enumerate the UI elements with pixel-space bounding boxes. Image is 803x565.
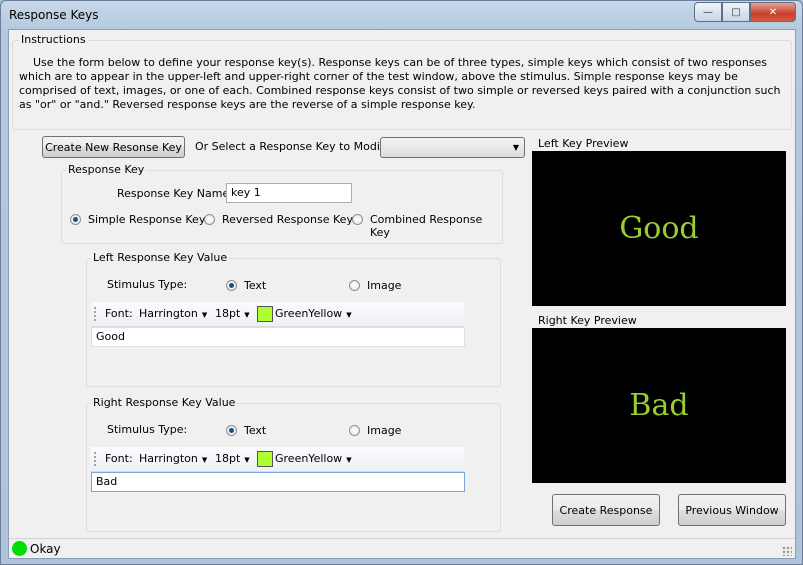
- right-color-swatch: [257, 451, 273, 467]
- toolbar-grip: [94, 452, 98, 466]
- right-size-dropdown[interactable]: 18pt ▼: [215, 452, 250, 465]
- simple-response-key-radio[interactable]: [70, 214, 81, 225]
- right-value-label: Right Response Key Value: [91, 396, 238, 409]
- left-key-preview-label: Left Key Preview: [538, 137, 629, 150]
- right-text-option: Text: [244, 424, 267, 437]
- left-response-key-value-group: Left Response Key Value Stimulus Type: T…: [86, 251, 501, 387]
- chevron-down-icon: ▼: [512, 143, 519, 152]
- left-color-dropdown[interactable]: GreenYellow ▼: [275, 307, 352, 320]
- reversed-response-key-label: Reversed Response Key: [222, 213, 353, 226]
- right-image-radio[interactable]: [349, 425, 360, 436]
- size-grip-icon[interactable]: [782, 546, 792, 556]
- left-font-value: Harrington: [139, 307, 198, 320]
- left-value-label: Left Response Key Value: [91, 251, 230, 264]
- left-image-radio[interactable]: [349, 280, 360, 291]
- left-color-value: GreenYellow: [275, 307, 343, 320]
- right-color-dropdown[interactable]: GreenYellow ▼: [275, 452, 352, 465]
- left-font-label: Font:: [105, 307, 133, 320]
- left-preview-text: Good: [619, 211, 699, 246]
- left-text-input[interactable]: Good: [91, 327, 465, 347]
- previous-window-button[interactable]: Previous Window: [678, 494, 786, 526]
- dropdown-arrow-icon: ▼: [244, 456, 250, 464]
- maximize-icon: □: [731, 6, 741, 18]
- left-image-option: Image: [367, 279, 402, 292]
- combined-response-key-radio[interactable]: [352, 214, 363, 225]
- response-keys-window: Response Keys — □ ✕ Instructions Use the…: [0, 0, 803, 565]
- right-text-radio[interactable]: [226, 425, 237, 436]
- left-font-dropdown[interactable]: Harrington ▼: [139, 307, 207, 320]
- title-bar[interactable]: Response Keys — □ ✕: [1, 1, 802, 29]
- instructions-group: Instructions Use the form below to defin…: [12, 33, 792, 130]
- left-size-value: 18pt: [215, 307, 241, 320]
- left-key-preview: Good: [532, 151, 786, 306]
- right-font-dropdown[interactable]: Harrington ▼: [139, 452, 207, 465]
- instructions-label: Instructions: [19, 33, 88, 46]
- dropdown-arrow-icon: ▼: [244, 311, 250, 319]
- dropdown-arrow-icon: ▼: [346, 311, 352, 319]
- right-font-value: Harrington: [139, 452, 198, 465]
- right-color-value: GreenYellow: [275, 452, 343, 465]
- left-color-swatch: [257, 306, 273, 322]
- right-image-option: Image: [367, 424, 402, 437]
- right-font-toolbar: Font: Harrington ▼ 18pt ▼ GreenYellow ▼: [91, 447, 464, 472]
- toolbar-grip: [94, 307, 98, 321]
- simple-response-key-label: Simple Response Key: [88, 213, 206, 226]
- minimize-button[interactable]: —: [694, 2, 722, 22]
- minimize-icon: —: [703, 6, 713, 18]
- status-ok-icon: [12, 541, 27, 556]
- right-font-label: Font:: [105, 452, 133, 465]
- right-key-preview-label: Right Key Preview: [538, 314, 637, 327]
- right-size-value: 18pt: [215, 452, 241, 465]
- close-button[interactable]: ✕: [750, 2, 796, 22]
- right-text-input[interactable]: Bad: [91, 472, 465, 492]
- left-text-option: Text: [244, 279, 267, 292]
- select-response-key-label: Or Select a Response Key to Modify:: [195, 140, 394, 153]
- right-response-key-value-group: Right Response Key Value Stimulus Type: …: [86, 396, 501, 532]
- response-key-name-label: Response Key Name:: [117, 187, 233, 200]
- combined-response-key-label: Combined Response Key: [370, 213, 483, 239]
- right-stimulus-type-label: Stimulus Type:: [107, 423, 188, 436]
- window-controls: — □ ✕: [694, 2, 796, 22]
- left-stimulus-type-label: Stimulus Type:: [107, 278, 188, 291]
- status-bar: Okay: [9, 538, 795, 559]
- client-area: Instructions Use the form below to defin…: [8, 29, 796, 559]
- left-size-dropdown[interactable]: 18pt ▼: [215, 307, 250, 320]
- response-key-name-input[interactable]: key 1: [226, 183, 352, 203]
- right-preview-text: Bad: [629, 388, 689, 423]
- dropdown-arrow-icon: ▼: [346, 456, 352, 464]
- status-text: Okay: [30, 542, 61, 556]
- dropdown-arrow-icon: ▼: [201, 311, 208, 319]
- reversed-response-key-radio[interactable]: [204, 214, 215, 225]
- create-response-button[interactable]: Create Response: [552, 494, 660, 526]
- window-title: Response Keys: [9, 8, 99, 22]
- close-icon: ✕: [768, 6, 778, 18]
- right-key-preview: Bad: [532, 328, 786, 483]
- instructions-text: Use the form below to define your respon…: [19, 56, 781, 111]
- maximize-button[interactable]: □: [722, 2, 750, 22]
- response-key-group: Response Key Response Key Name: key 1 Si…: [61, 163, 503, 244]
- left-font-toolbar: Font: Harrington ▼ 18pt ▼ GreenYellow ▼: [91, 302, 464, 327]
- left-text-radio[interactable]: [226, 280, 237, 291]
- create-new-response-key-button[interactable]: Create New Resonse Key: [42, 136, 185, 158]
- dropdown-arrow-icon: ▼: [201, 456, 208, 464]
- response-key-label: Response Key: [66, 163, 147, 176]
- response-key-select[interactable]: ▼: [380, 137, 525, 158]
